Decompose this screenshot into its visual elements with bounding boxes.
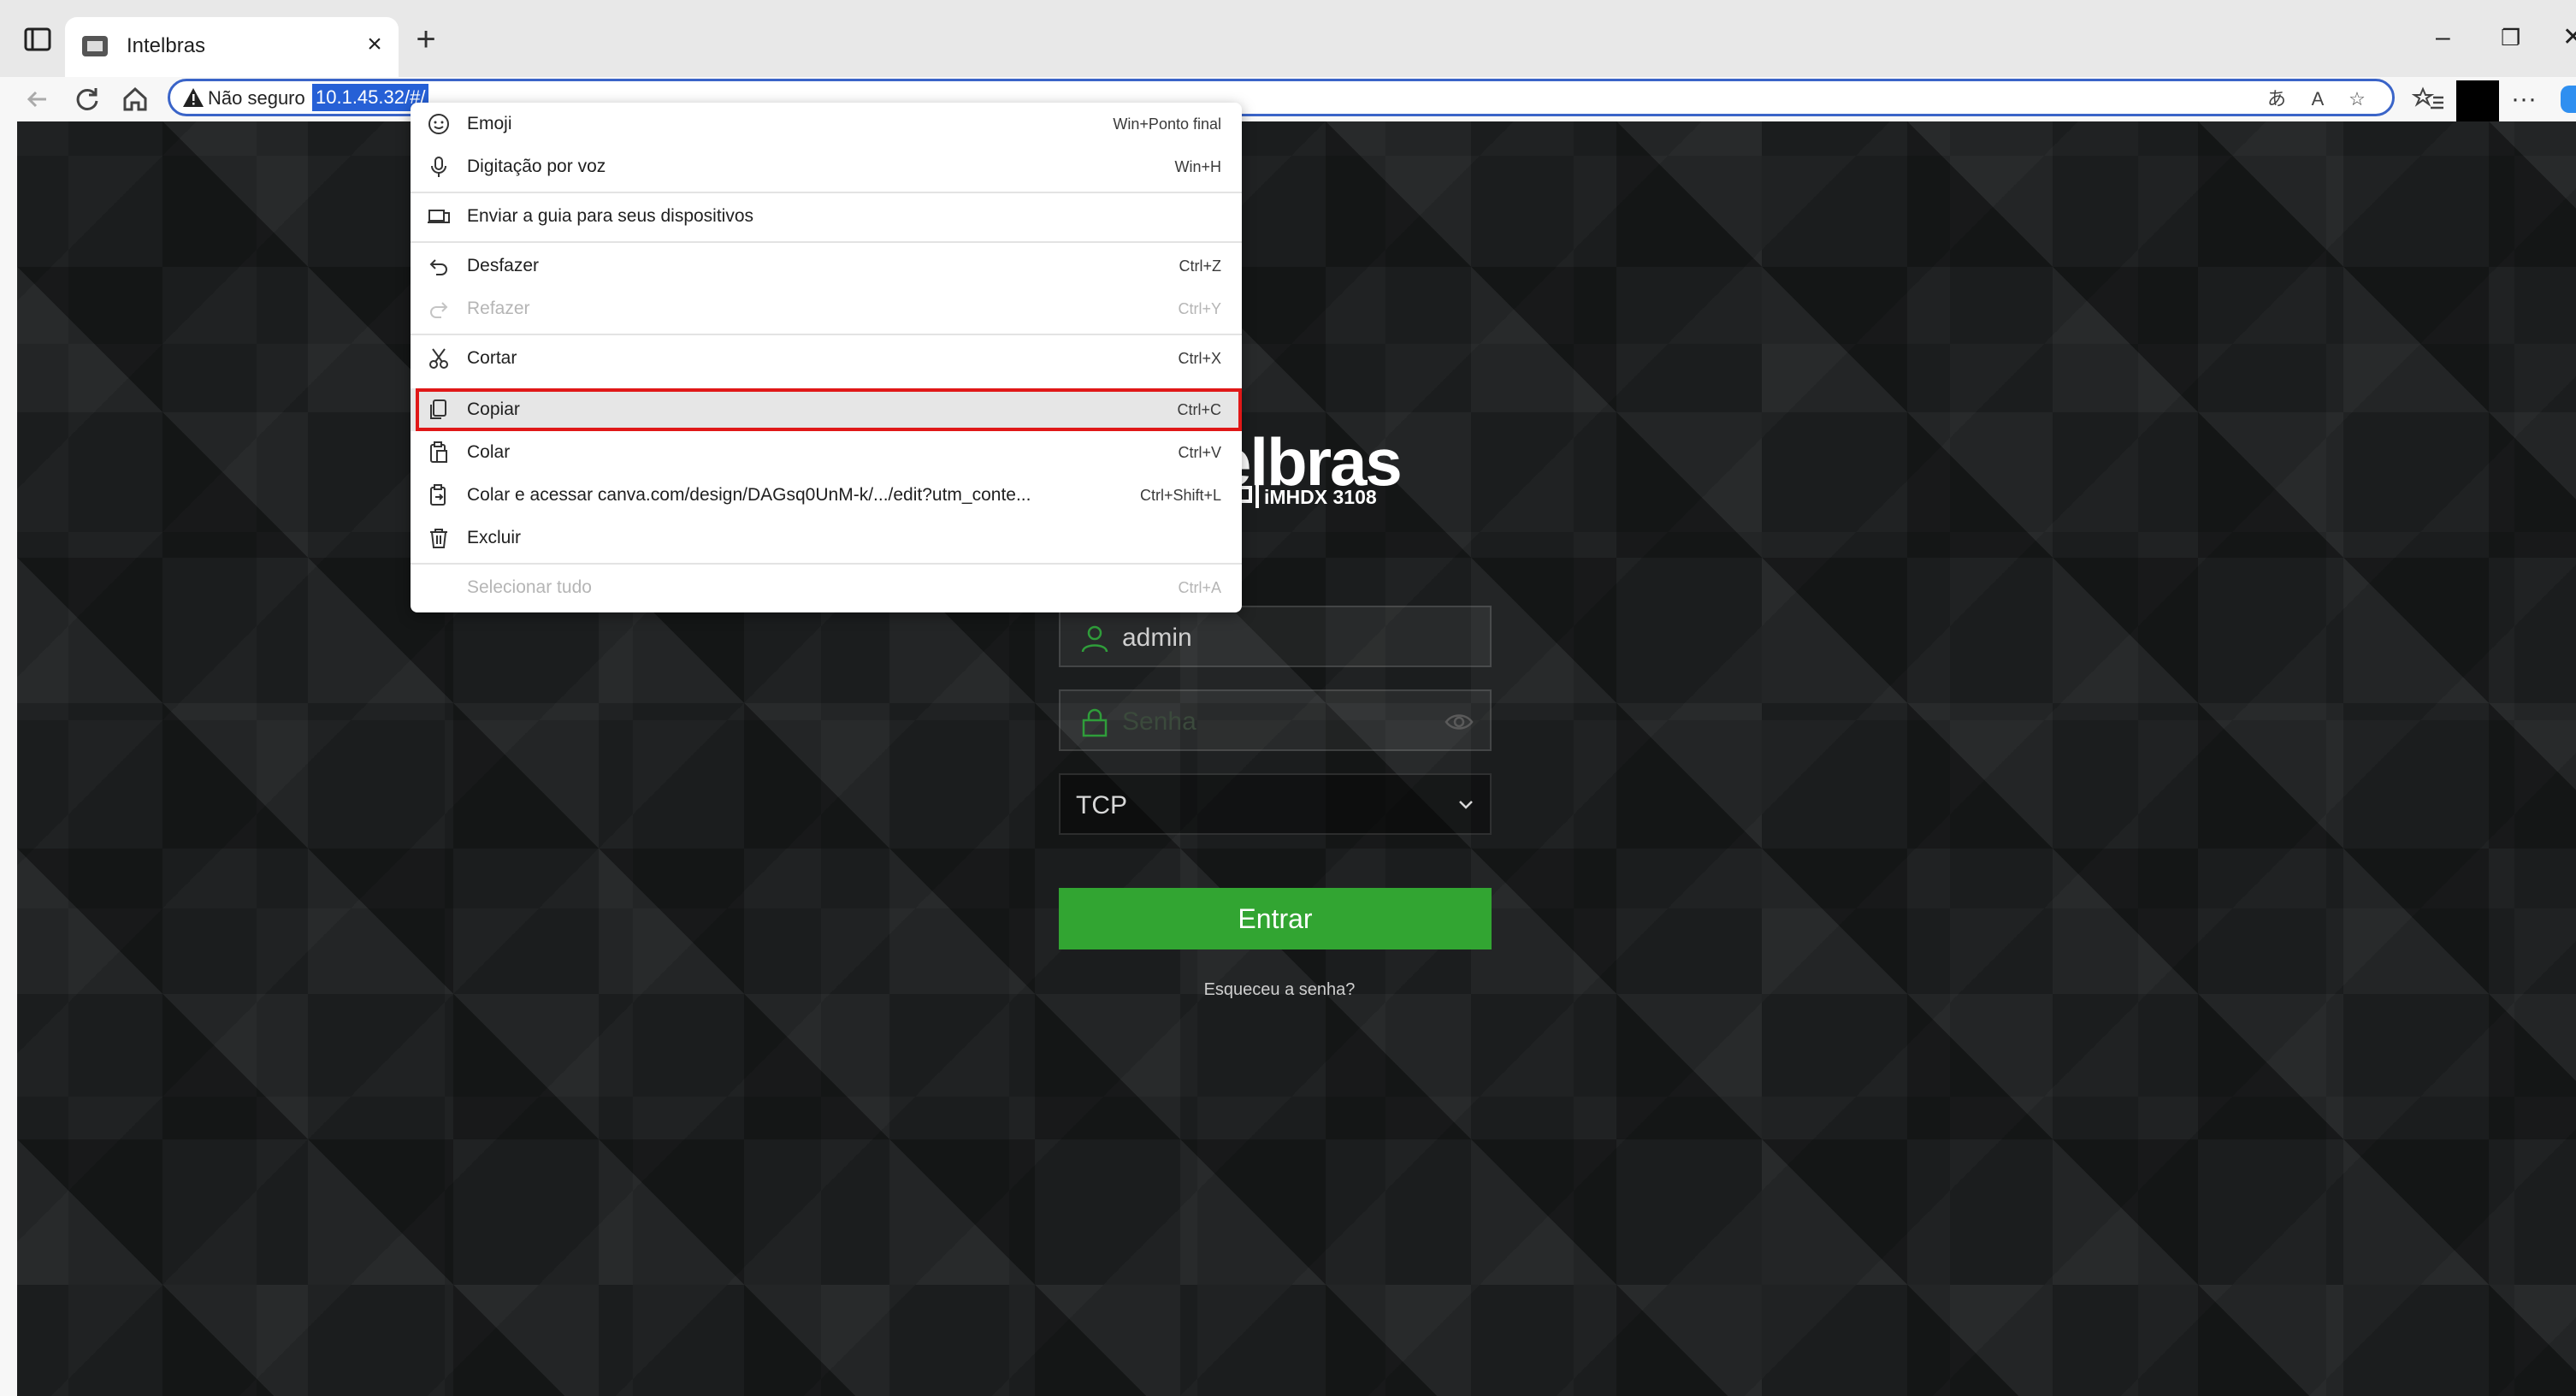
protocol-select[interactable]: TCP (1059, 773, 1492, 835)
menu-item-cut[interactable]: Cortar Ctrl+X (411, 337, 1242, 380)
menu-item-label: Refazer (467, 299, 530, 318)
lock-icon (1079, 707, 1110, 737)
browser-tab[interactable]: Intelbras × (65, 17, 399, 77)
password-field[interactable]: Senha (1059, 689, 1492, 751)
menu-item-label: Digitação por voz (467, 157, 606, 176)
login-page (17, 121, 2576, 1396)
trash-icon (428, 527, 450, 549)
menu-item-paste-and-go[interactable]: Colar e acessar canva.com/design/DAGsq0U… (411, 474, 1242, 517)
menu-separator (411, 334, 1242, 335)
login-button[interactable]: Entrar (1059, 888, 1492, 949)
user-icon (1079, 623, 1110, 654)
tab-close-icon[interactable]: × (359, 29, 390, 60)
menu-item-shortcut: Ctrl+Z (1179, 257, 1222, 275)
undo-icon (428, 255, 450, 277)
menu-item-redo: Refazer Ctrl+Y (411, 287, 1242, 330)
profile-avatar[interactable] (2456, 80, 2499, 123)
tab-actions-icon[interactable] (21, 22, 55, 56)
send-to-devices-icon (428, 205, 450, 228)
favorite-star-icon[interactable]: ☆ (2343, 85, 2372, 114)
forgot-password-link[interactable]: Esqueceu a senha? (1059, 977, 1500, 1003)
device-model: iMHDX 3108 (1264, 486, 1377, 508)
intelbras-favicon-icon (80, 33, 109, 60)
close-icon[interactable]: ✕ (2562, 21, 2576, 55)
context-menu: Emoji Win+Ponto final Digitação por voz … (411, 103, 1242, 612)
menu-item-shortcut: Ctrl+Y (1178, 300, 1221, 317)
menu-item-label: Emoji (467, 114, 512, 133)
menu-item-label: Desfazer (467, 256, 540, 275)
browser-toolbar: Não seguro 10.1.45.32/#/ あ A ☆ ··· (0, 77, 2576, 123)
restore-icon[interactable]: ❐ (2501, 21, 2520, 55)
menu-item-shortcut: Win+Ponto final (1113, 115, 1221, 133)
menu-item-shortcut: Ctrl+X (1178, 350, 1221, 367)
paste-icon (428, 441, 450, 464)
brand-logo-separator (1256, 484, 1259, 508)
page-left-edge (0, 121, 17, 1396)
back-icon[interactable] (21, 82, 55, 116)
scissors-icon (428, 347, 450, 370)
menu-item-shortcut: Ctrl+Shift+L (1139, 487, 1221, 504)
password-placeholder: Senha (1122, 707, 1196, 736)
menu-item-voice-typing[interactable]: Digitação por voz Win+H (411, 145, 1242, 188)
warning-icon[interactable] (182, 86, 204, 109)
menu-item-send-tab[interactable]: Enviar a guia para seus dispositivos (411, 195, 1242, 238)
microphone-icon (428, 156, 450, 178)
paste-go-icon (428, 484, 450, 506)
favorites-list-icon[interactable] (2412, 82, 2446, 116)
show-password-eye-icon[interactable] (1444, 708, 1474, 736)
more-options-icon[interactable]: ··· (2511, 82, 2537, 116)
emoji-icon (428, 113, 450, 135)
chevron-down-icon (1456, 794, 1476, 814)
menu-item-label: Colar (467, 442, 511, 462)
menu-item-label: Enviar a guia para seus dispositivos (467, 206, 754, 226)
menu-item-label: Colar e acessar canva.com/design/DAGsq0U… (467, 485, 1031, 505)
menu-separator (411, 563, 1242, 565)
protocol-value: TCP (1076, 791, 1127, 819)
new-tab-icon[interactable]: + (407, 21, 445, 58)
minimize-icon[interactable]: – (2436, 21, 2450, 55)
read-aloud-icon[interactable]: A (2303, 85, 2332, 114)
menu-item-shortcut: Ctrl+A (1178, 579, 1221, 596)
username-field[interactable]: admin (1059, 606, 1492, 667)
refresh-icon[interactable] (70, 82, 104, 116)
menu-item-shortcut: Ctrl+V (1178, 444, 1221, 461)
tab-title: Intelbras (127, 34, 206, 57)
redo-icon (428, 298, 450, 320)
menu-item-label: Excluir (467, 528, 522, 547)
menu-item-label: Cortar (467, 348, 517, 368)
username-value: admin (1122, 624, 1192, 652)
menu-separator (411, 192, 1242, 193)
menu-item-shortcut: Win+H (1174, 158, 1221, 175)
menu-item-paste[interactable]: Colar Ctrl+V (411, 431, 1242, 474)
menu-item-select-all: Selecionar tudo Ctrl+A (411, 566, 1242, 609)
security-label[interactable]: Não seguro (208, 85, 305, 112)
translate-icon[interactable]: あ (2262, 85, 2291, 114)
home-icon[interactable] (118, 82, 152, 116)
copilot-icon[interactable] (2561, 86, 2576, 113)
menu-item-undo[interactable]: Desfazer Ctrl+Z (411, 245, 1242, 287)
tab-strip: Intelbras × + – ❐ ✕ (0, 0, 2576, 77)
copy-highlight-outline (416, 388, 1242, 431)
menu-item-emoji[interactable]: Emoji Win+Ponto final (411, 103, 1242, 145)
menu-item-label: Selecionar tudo (467, 577, 592, 597)
menu-separator (411, 241, 1242, 243)
menu-item-delete[interactable]: Excluir (411, 517, 1242, 559)
